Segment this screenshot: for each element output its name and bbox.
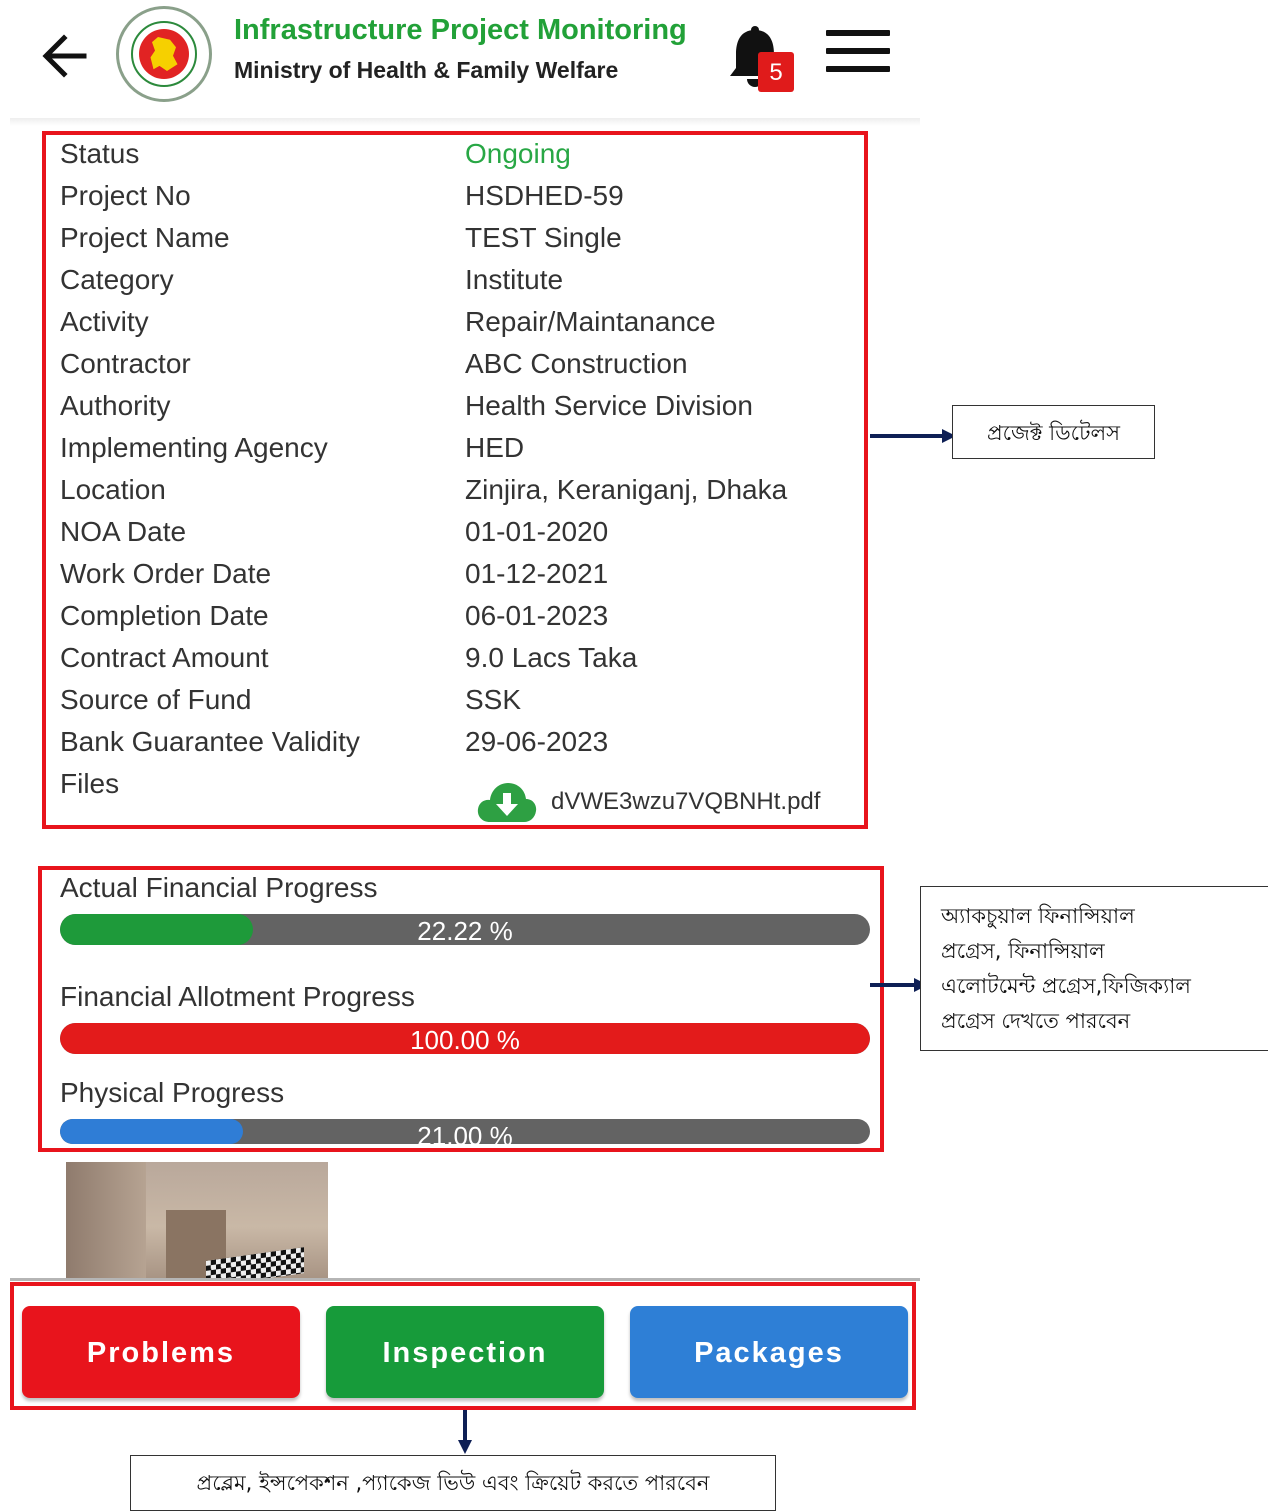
detail-value: TEST Single [465, 222, 622, 253]
progress-annotation-line: এলোটমেন্ট প্রগ্রেস,ফিজিক্যাল [941, 974, 1191, 998]
back-arrow-icon[interactable] [40, 28, 90, 84]
detail-value: Health Service Division [465, 390, 753, 421]
detail-label: Activity [60, 306, 149, 337]
detail-label: Files [60, 768, 120, 799]
progress-percent-text: 22.22 % [417, 916, 513, 945]
detail-label: Source of Fund [60, 684, 252, 715]
cloud-download-icon[interactable] [476, 780, 538, 824]
detail-label: Work Order Date [60, 558, 272, 589]
problems-button[interactable]: Problems [22, 1306, 300, 1398]
detail-value: Institute [465, 264, 564, 295]
progress-annotation-line: অ্যাকচুয়াল ফিনান্সিয়াল [941, 904, 1135, 928]
progress-bar: 100.00 % [60, 1023, 870, 1054]
header-divider [10, 118, 920, 126]
detail-value: 9.0 Lacs Taka [465, 642, 638, 673]
attached-file-link[interactable]: dVWE3wzu7VQBNHt.pdf [551, 788, 820, 816]
progress-annotation-line: প্রগ্রেস দেখতে পারবেন [941, 1009, 1131, 1033]
detail-value: 29-06-2023 [465, 726, 609, 757]
detail-value: Repair/Maintanance [465, 306, 716, 337]
progress-label: Actual Financial Progress [60, 872, 378, 903]
hamburger-menu-icon[interactable] [826, 30, 890, 72]
detail-label: Category [60, 264, 174, 295]
progress-label: Financial Allotment Progress [60, 981, 415, 1012]
detail-label: Bank Guarantee Validity [60, 726, 360, 757]
detail-label: Project No [60, 180, 191, 211]
bottom-bar-divider [10, 1278, 920, 1281]
detail-label: Status [60, 138, 140, 169]
detail-value: Zinjira, Keraniganj, Dhaka [465, 474, 788, 505]
government-logo [116, 6, 212, 102]
status-value: Ongoing [465, 138, 571, 169]
detail-value: HED [465, 432, 525, 463]
detail-value: ABC Construction [465, 348, 688, 379]
detail-label: NOA Date [60, 516, 187, 547]
detail-label: Location [60, 474, 166, 505]
project-details-annotation: প্রজেক্ট ডিটেলস [952, 405, 1155, 459]
detail-label: Authority [60, 390, 171, 421]
detail-value: 01-01-2020 [465, 516, 609, 547]
detail-value: 01-12-2021 [465, 558, 609, 589]
progress-annotation-line: প্রগ্রেস, ফিনান্সিয়াল [941, 939, 1105, 963]
app-subtitle: Ministry of Health & Family Welfare [234, 57, 619, 83]
app-title: Infrastructure Project Monitoring [234, 14, 687, 46]
detail-label: Completion Date [60, 600, 269, 631]
inspection-button[interactable]: Inspection [326, 1306, 604, 1398]
progress-bar: 22.22 % [60, 914, 870, 945]
progress-bar: 21.00 % [60, 1119, 870, 1144]
detail-label: Contractor [60, 348, 191, 379]
packages-button[interactable]: Packages [630, 1306, 908, 1398]
project-photo[interactable] [66, 1162, 328, 1280]
progress-label: Physical Progress [60, 1077, 285, 1108]
actions-annotation: প্রব্লেম, ইন্সপেকশন ,প্যাকেজ ভিউ এবং ক্র… [130, 1455, 776, 1511]
notification-count-badge: 5 [758, 52, 794, 92]
progress-percent-text: 100.00 % [410, 1025, 520, 1054]
detail-label: Project Name [60, 222, 230, 253]
detail-value: HSDHED-59 [465, 180, 624, 211]
detail-value: 06-01-2023 [465, 600, 609, 631]
progress-annotation: অ্যাকচুয়াল ফিনান্সিয়াল প্রগ্রেস, ফিনান… [920, 886, 1268, 1051]
detail-value: SSK [465, 684, 522, 715]
progress-percent-text: 21.00 % [417, 1121, 513, 1144]
detail-label: Implementing Agency [60, 432, 328, 463]
detail-label: Contract Amount [60, 642, 269, 673]
